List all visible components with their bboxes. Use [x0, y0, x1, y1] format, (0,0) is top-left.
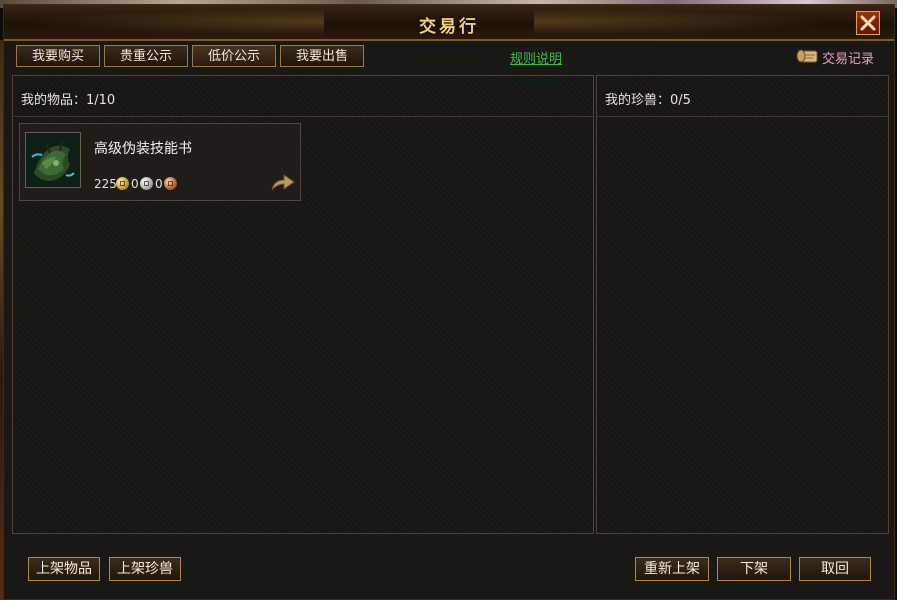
tab-lowprice-notice[interactable]: 低价公示: [192, 45, 276, 67]
my-pets-panel: 我的珍兽：0/5: [596, 75, 889, 534]
price-silver: 0: [131, 177, 139, 191]
price-gold: 225: [94, 177, 117, 191]
my-pets-count: 我的珍兽：0/5: [605, 93, 691, 108]
price-copper: 0: [155, 177, 163, 191]
title-bar[interactable]: 交易行: [4, 5, 894, 41]
list-item-button[interactable]: 上架物品: [28, 557, 100, 581]
retrieve-button[interactable]: 取回: [799, 557, 871, 581]
item-name: 高级伪装技能书: [94, 141, 192, 157]
close-button[interactable]: [856, 11, 880, 35]
trade-window: 交易行 我要购买 贵重公示 低价公示 我要出售 规则说明 交易记录 我的物品：1…: [3, 4, 895, 600]
tab-sell[interactable]: 我要出售: [280, 45, 364, 67]
scroll-icon: [796, 49, 818, 63]
tab-buy[interactable]: 我要购买: [16, 45, 100, 67]
trade-records-label: 交易记录: [822, 52, 875, 67]
window-title: 交易行: [419, 17, 479, 37]
trade-records-button[interactable]: 交易记录: [796, 44, 884, 68]
silver-coin-icon: [140, 177, 153, 190]
close-icon: [860, 15, 876, 31]
my-items-header: 我的物品：1/10: [13, 76, 593, 117]
relist-button[interactable]: 重新上架: [635, 557, 709, 581]
share-arrow-icon[interactable]: [270, 172, 296, 192]
my-pets-header: 我的珍兽：0/5: [597, 76, 888, 117]
my-items-panel: 我的物品：1/10 高级伪装技能书 225 0 0: [12, 75, 594, 534]
tab-valuable-notice[interactable]: 贵重公示: [104, 45, 188, 67]
delist-button[interactable]: 下架: [717, 557, 791, 581]
copper-coin-icon: [164, 177, 177, 190]
list-pet-button[interactable]: 上架珍兽: [109, 557, 181, 581]
rules-link[interactable]: 规则说明: [510, 48, 562, 67]
skill-book-icon: [25, 132, 81, 188]
my-items-count: 我的物品：1/10: [21, 93, 116, 108]
list-item[interactable]: 高级伪装技能书 225 0 0: [19, 123, 301, 201]
gold-coin-icon: [116, 177, 129, 190]
